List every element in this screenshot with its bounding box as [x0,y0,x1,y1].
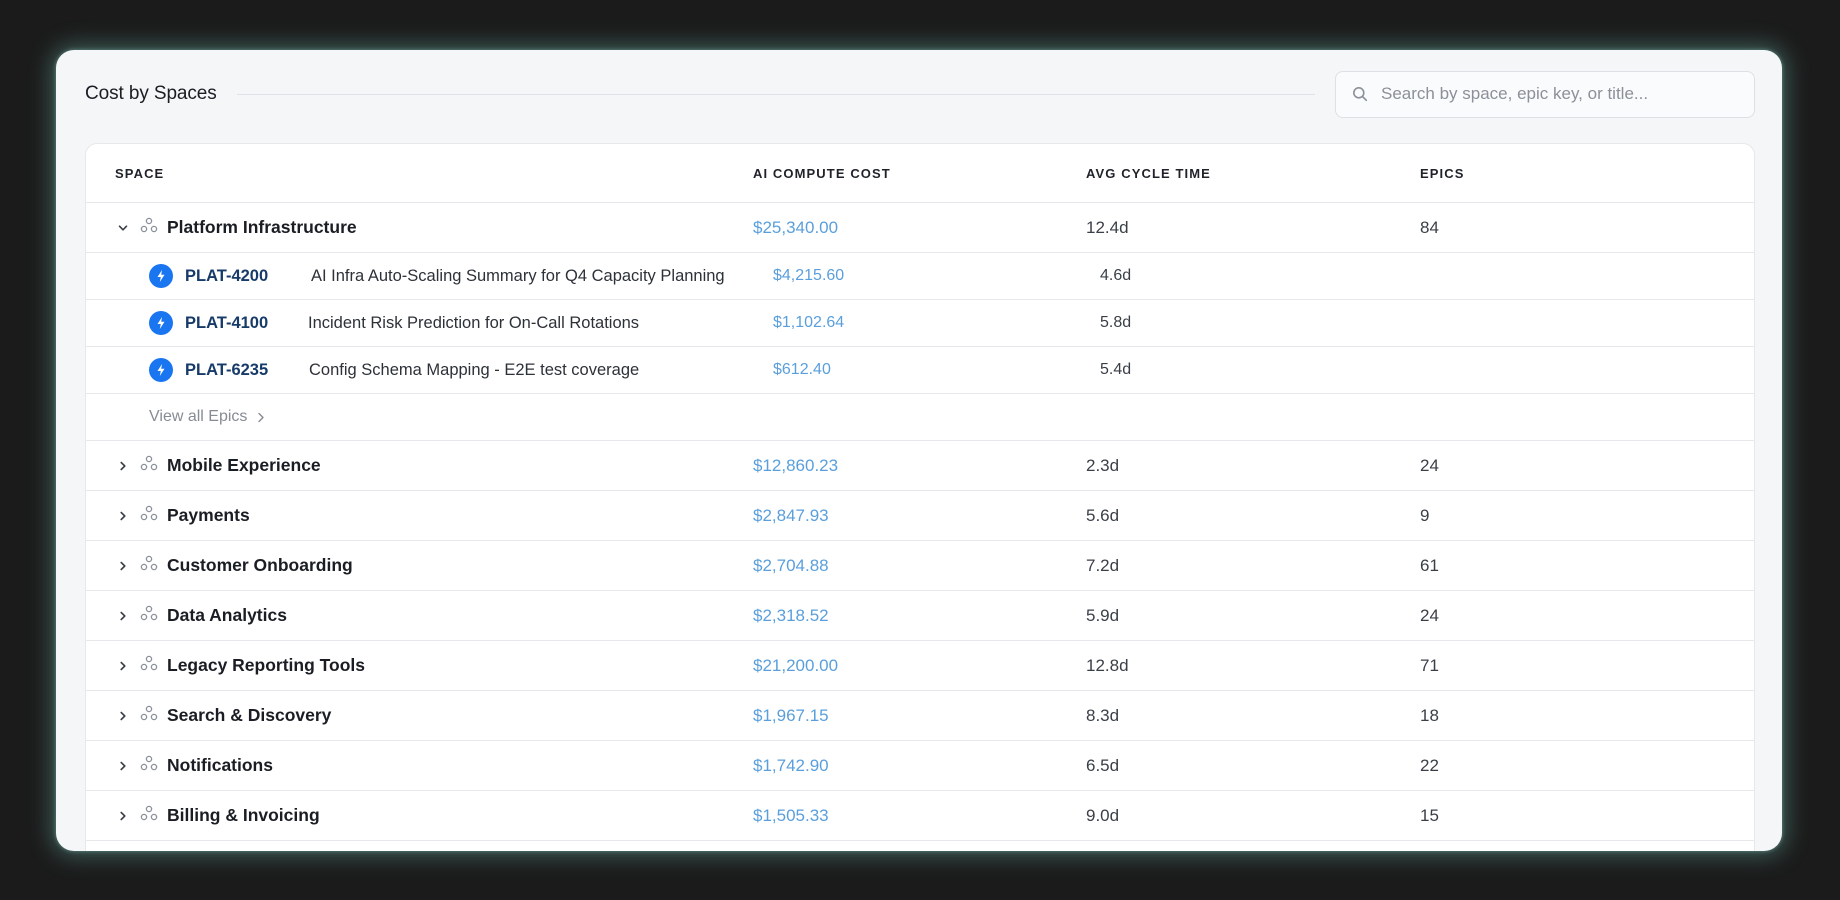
chevron-right-icon[interactable] [116,609,130,623]
space-epics-count: 24 [1420,605,1439,625]
space-epics-count: 71 [1420,655,1439,675]
view-all-epics-label: View all Epics [149,408,248,425]
collapsed-rows: Mobile Experience $12,860.23 2.3d 24 Pay… [86,441,1754,841]
column-header-cycle-time[interactable]: AVG CYCLE TIME [1086,166,1211,181]
epic-title: Config Schema Mapping - E2E test coverag… [309,360,640,379]
table-row-expanded[interactable]: Platform Infrastructure $25,340.00 12.4d… [86,203,1754,253]
search-input[interactable] [1381,84,1741,104]
chevron-right-icon [258,412,265,422]
search-icon [1353,87,1368,102]
space-cycle-time: 6.5d [1086,755,1120,775]
epic-row[interactable]: PLAT-4200 AI Infra Auto-Scaling Summary … [86,253,1754,300]
chevron-down-icon[interactable] [116,221,130,235]
space-cycle-time: 5.6d [1086,505,1120,525]
space-epics-count: 18 [1420,705,1439,725]
cost-by-spaces-card: Cost by Spaces SPACE AI COMPUTE COST AVG… [56,50,1782,851]
column-header-cost[interactable]: AI COMPUTE COST [753,166,891,181]
epic-key[interactable]: PLAT-4200 [185,267,268,286]
space-cost: $2,847.93 [753,505,829,525]
space-icon [140,655,158,676]
space-epics-count: 22 [1420,755,1439,775]
space-name: Mobile Experience [167,455,321,475]
epic-cost: $4,215.60 [773,267,845,284]
table-header: SPACE AI COMPUTE COST AVG CYCLE TIME EPI… [86,144,1754,203]
space-name: Legacy Reporting Tools [167,655,366,675]
space-name: Billing & Invoicing [167,805,320,825]
space-icon [140,455,158,476]
space-icon [140,555,158,576]
view-all-epics-link[interactable]: View all Epics [149,408,265,426]
table-row[interactable]: Search & Discovery $1,967.15 8.3d 18 [86,691,1754,741]
space-cycle-time: 2.3d [1086,455,1120,475]
header-divider [236,93,1315,95]
lightning-bolt-icon [149,311,173,335]
table-row[interactable]: Mobile Experience $12,860.23 2.3d 24 [86,441,1754,491]
lightning-bolt-icon [149,358,173,382]
space-cost: $1,967.15 [753,705,829,725]
chevron-right-icon[interactable] [116,509,130,523]
space-name: Customer Onboarding [167,555,353,575]
space-epics-count: 24 [1420,455,1439,475]
space-epics-count: 9 [1420,505,1430,525]
card-title: Cost by Spaces [85,83,217,104]
column-header-space[interactable]: SPACE [115,166,164,181]
epic-cycle-time: 5.8d [1100,314,1132,331]
table-row[interactable]: Payments $2,847.93 5.6d 9 [86,491,1754,541]
chevron-right-icon[interactable] [116,459,130,473]
space-cycle-time: 12.4d [1086,217,1129,237]
chevron-right-icon[interactable] [116,659,130,673]
space-icon [140,805,158,826]
lightning-bolt-icon [149,264,173,288]
epic-cost: $612.40 [773,361,831,378]
column-header-epics[interactable]: EPICS [1420,166,1465,181]
space-name: Platform Infrastructure [167,217,357,237]
chevron-right-icon[interactable] [116,559,130,573]
space-cost: $25,340.00 [753,217,839,237]
space-name: Notifications [167,755,273,775]
table-row[interactable]: Data Analytics $2,318.52 5.9d 24 [86,591,1754,641]
space-cost: $12,860.23 [753,455,839,475]
space-cycle-time: 9.0d [1086,805,1120,825]
search-box[interactable] [1335,70,1755,118]
space-cost: $1,505.33 [753,805,829,825]
epic-key[interactable]: PLAT-6235 [185,361,268,380]
chevron-right-icon[interactable] [116,709,130,723]
epic-row[interactable]: PLAT-4100 Incident Risk Prediction for O… [86,300,1754,347]
epic-title: AI Infra Auto-Scaling Summary for Q4 Cap… [311,266,725,285]
space-cycle-time: 7.2d [1086,555,1120,575]
card-header: Cost by Spaces [85,70,1755,118]
space-icon [140,217,158,238]
space-name: Payments [167,505,250,525]
space-cycle-time: 12.8d [1086,655,1129,675]
space-cycle-time: 8.3d [1086,705,1120,725]
space-icon [140,755,158,776]
epic-title: Incident Risk Prediction for On-Call Rot… [308,313,640,332]
chevron-right-icon[interactable] [116,809,130,823]
table-row[interactable]: Notifications $1,742.90 6.5d 22 [86,741,1754,791]
space-cost: $21,200.00 [753,655,839,675]
space-name: Search & Discovery [167,705,332,725]
epic-cost: $1,102.64 [773,314,845,331]
space-cost: $2,704.88 [753,555,829,575]
view-all-epics-row: View all Epics [86,394,1754,441]
table-row[interactable]: Billing & Invoicing $1,505.33 9.0d 15 [86,791,1754,841]
table-row[interactable]: Legacy Reporting Tools $21,200.00 12.8d … [86,641,1754,691]
epic-key[interactable]: PLAT-4100 [185,314,268,333]
space-epics-count: 61 [1420,555,1439,575]
table-row[interactable]: Customer Onboarding $2,704.88 7.2d 61 [86,541,1754,591]
epic-cycle-time: 5.4d [1100,361,1132,378]
space-icon [140,505,158,526]
epic-cycle-time: 4.6d [1100,267,1132,284]
spaces-table: SPACE AI COMPUTE COST AVG CYCLE TIME EPI… [85,143,1755,851]
chevron-right-icon[interactable] [116,759,130,773]
space-cost: $1,742.90 [753,755,829,775]
space-epics-count: 84 [1420,217,1439,237]
space-icon [140,705,158,726]
space-icon [140,605,158,626]
space-epics-count: 15 [1420,805,1439,825]
space-cycle-time: 5.9d [1086,605,1120,625]
space-cost: $2,318.52 [753,605,829,625]
space-name: Data Analytics [167,605,287,625]
epic-row[interactable]: PLAT-6235 Config Schema Mapping - E2E te… [86,347,1754,394]
